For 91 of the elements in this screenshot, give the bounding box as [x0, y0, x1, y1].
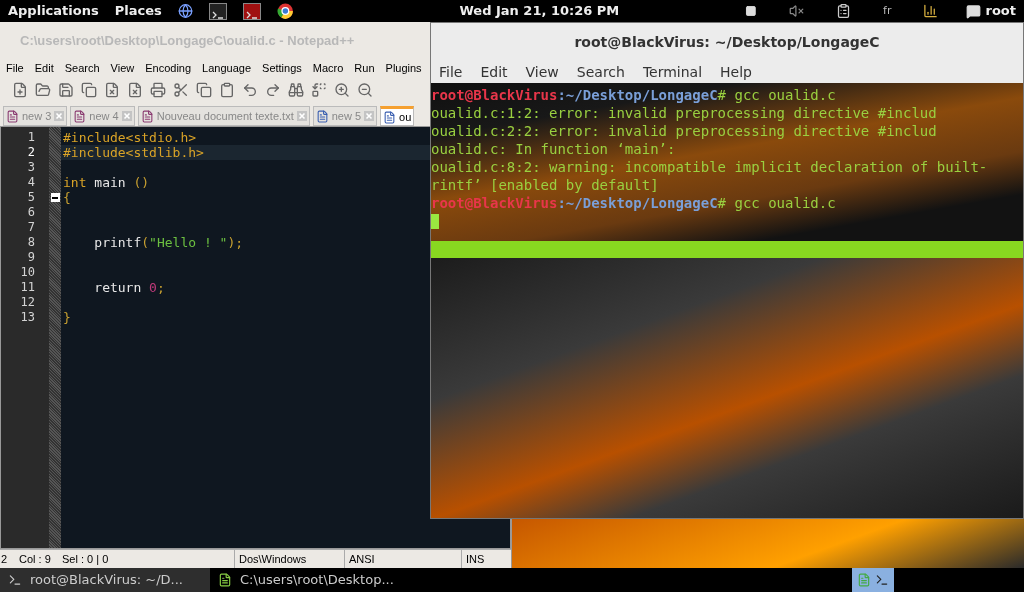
file-icon [315, 109, 329, 123]
menu-item[interactable]: Plugins [385, 59, 422, 77]
menu-item[interactable]: View [525, 61, 559, 83]
line-number: 7 [26, 220, 36, 235]
close-file-icon[interactable] [104, 82, 120, 98]
tab-label: ou [399, 109, 412, 125]
new-file-icon[interactable] [12, 82, 28, 98]
menu-item[interactable]: Search [576, 61, 625, 83]
line-number: 6 [26, 205, 36, 220]
line-number: 5 [26, 190, 36, 205]
speaker-muted-icon[interactable] [788, 2, 804, 20]
status-column: Col : 9 [19, 550, 62, 568]
file-icon [383, 110, 397, 124]
save-icon[interactable] [58, 82, 74, 98]
binoculars-icon[interactable] [288, 82, 304, 98]
cursor [431, 214, 439, 229]
menu-item[interactable]: File [439, 61, 463, 83]
panel-menu[interactable]: Places [114, 1, 162, 21]
terminal-icon[interactable] [208, 2, 227, 20]
keyboard-layout[interactable]: fr [883, 2, 892, 20]
clock[interactable]: Wed Jan 21, 10:26 PM [459, 1, 620, 21]
window-title: root@BlackVirus: ~/Desktop/LongageC [574, 32, 880, 52]
undo-icon[interactable] [242, 82, 258, 98]
tab-label: Nouveau document texte.txt [156, 108, 294, 124]
file-tab[interactable]: ou [380, 106, 415, 126]
file-icon [6, 109, 19, 123]
line-number: 11 [19, 280, 36, 295]
menu-item[interactable]: Settings [262, 59, 302, 77]
fold-marker-icon[interactable] [50, 193, 60, 202]
terminal-icon [875, 573, 889, 587]
tab-label: new 4 [89, 108, 119, 124]
line-number: 12 [19, 295, 36, 310]
line-number: 10 [19, 265, 36, 280]
replace-icon[interactable] [311, 82, 327, 98]
status-line: 2 [0, 551, 9, 567]
line-number: 3 [26, 160, 36, 175]
line-number: 8 [26, 235, 36, 250]
terminal-output: oualid.c:1:2: error: invalid preprocessing directive #includ [431, 104, 938, 122]
line-number: 13 [19, 310, 36, 325]
terminal-icon [8, 573, 22, 587]
file-icon [140, 109, 154, 123]
line-number: 2 [26, 145, 36, 160]
zoom-out-icon[interactable] [357, 82, 373, 98]
code-line: #include<stdlib.h> [63, 145, 204, 160]
menu-item[interactable]: Language [202, 59, 252, 77]
editor-icon [857, 573, 871, 587]
menu-item[interactable]: Run [354, 59, 375, 77]
menu-item[interactable]: File [6, 59, 24, 77]
status-selection: Sel : 0 | 0 [62, 551, 110, 567]
scissors-icon[interactable] [173, 82, 189, 98]
terminal-prompt: root@BlackVirus:~/Desktop/LongageC# gcc oualid.c [431, 86, 837, 104]
file-icon [73, 109, 87, 123]
redo-icon[interactable] [265, 82, 281, 98]
menu-item[interactable]: View [110, 59, 135, 77]
line-number: 1 [26, 130, 36, 145]
user-name[interactable]: root [985, 1, 1016, 21]
panel-menu[interactable]: Applications [8, 1, 99, 21]
code-line: { [63, 190, 71, 205]
menu-item[interactable]: Terminal [642, 61, 703, 83]
square-icon[interactable] [745, 4, 757, 18]
browser-icon[interactable] [276, 1, 294, 21]
save-all-icon[interactable] [81, 82, 97, 98]
code-line: } [63, 310, 71, 325]
copy-icon[interactable] [196, 82, 212, 98]
chat-icon[interactable] [966, 3, 982, 19]
printer-icon[interactable] [150, 82, 166, 98]
code-line: printf("Hello ! "); [93, 235, 244, 250]
close-all-icon[interactable] [127, 82, 143, 98]
code-line: #include<stdio.h> [63, 130, 197, 145]
menu-item[interactable]: Macro [312, 59, 344, 77]
taskbar-item[interactable]: root@BlackVirus: ~/D... [0, 568, 210, 592]
terminal-icon[interactable] [242, 2, 261, 20]
globe-icon[interactable] [177, 2, 193, 20]
menu-item[interactable]: Edit [34, 59, 54, 77]
network-icon[interactable] [923, 2, 939, 20]
menu-item[interactable]: Encoding [145, 59, 192, 77]
menu-item[interactable]: Help [720, 61, 752, 83]
tab-label: new 5 [331, 108, 362, 124]
line-number: 4 [26, 175, 36, 190]
workspace-switcher[interactable] [852, 568, 894, 592]
code-line: return 0; [93, 280, 165, 295]
paste-icon[interactable] [219, 82, 235, 98]
tab-label: new 3 [22, 108, 52, 124]
zoom-in-icon[interactable] [334, 82, 350, 98]
code-line: int main () [63, 175, 150, 190]
menu-item[interactable]: Search [64, 59, 100, 77]
menu-item[interactable]: Edit [480, 61, 508, 83]
folder-icon[interactable] [35, 82, 51, 98]
line-number: 9 [26, 250, 36, 265]
taskbar-item[interactable]: C:\users\root\Desktop... [210, 568, 420, 592]
editor-icon [218, 573, 232, 587]
